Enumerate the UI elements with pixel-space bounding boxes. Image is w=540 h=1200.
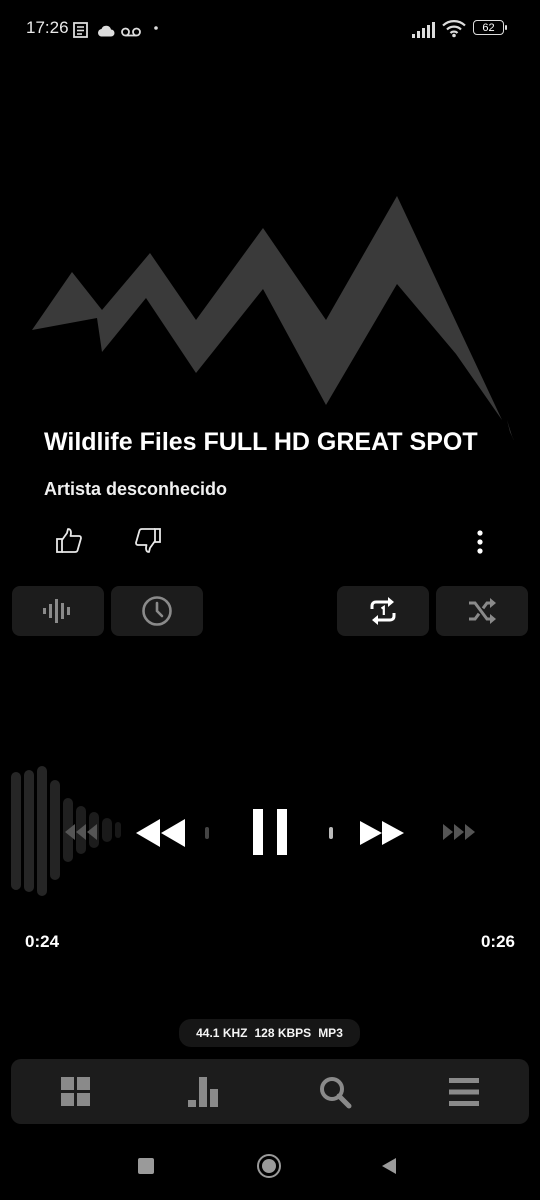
cloud-icon: [98, 25, 115, 37]
seek-marker-left: [205, 827, 209, 839]
repeat-one-icon: [370, 597, 396, 625]
file-format: MP3: [318, 1026, 343, 1040]
shuffle-icon: [469, 598, 496, 624]
pause-button[interactable]: [240, 800, 300, 864]
song-title: Wildlife Files FULL HD GREAT SPOT: [44, 428, 478, 456]
dot-icon: [154, 26, 158, 30]
battery-icon: 62: [473, 20, 504, 35]
rewind-button[interactable]: [130, 810, 190, 856]
triple-forward-icon: [443, 824, 475, 840]
shuffle-button[interactable]: [436, 586, 528, 636]
search-icon: [319, 1076, 352, 1108]
sample-rate: 44.1 KHZ: [196, 1026, 248, 1040]
triple-rewind-icon: [65, 824, 97, 840]
seek-marker-right: [329, 827, 333, 839]
voicemail-icon: [121, 27, 141, 37]
home-icon: [262, 1159, 276, 1173]
fast-forward-button[interactable]: [352, 810, 412, 856]
nav-menu-button[interactable]: [434, 1062, 494, 1122]
song-artist[interactable]: Artista desconhecido: [44, 479, 227, 500]
fast-forward-icon: [360, 821, 404, 845]
system-nav-bar: [0, 1140, 540, 1192]
equalizer-button[interactable]: [12, 586, 104, 636]
elapsed-time: 0:24: [25, 932, 60, 951]
battery-tip: [505, 25, 507, 30]
like-button[interactable]: [47, 519, 91, 563]
menu-icon: [449, 1077, 480, 1106]
waveform-icon: [43, 599, 70, 623]
signal-icon: [412, 22, 435, 38]
nav-search-button[interactable]: [305, 1062, 365, 1122]
recent-apps-button[interactable]: [138, 1158, 154, 1174]
more-vertical-icon: [477, 530, 483, 554]
bottom-nav: [11, 1059, 529, 1124]
album-artwork: [32, 196, 514, 440]
nav-stats-button[interactable]: [175, 1062, 235, 1122]
status-time: 17:26: [26, 18, 69, 37]
battery-level: 62: [482, 21, 495, 34]
clock-icon: [142, 596, 172, 626]
nav-library-button[interactable]: [46, 1062, 106, 1122]
more-options-button[interactable]: [458, 520, 502, 564]
notes-icon: [73, 22, 88, 38]
rewind-icon: [136, 819, 185, 847]
sleep-timer-button[interactable]: [111, 586, 203, 636]
thumbs-up-icon: [56, 528, 82, 553]
status-bar: 17:26 62: [0, 0, 540, 56]
grid-icon: [60, 1076, 90, 1106]
bitrate: 128 KBPS: [254, 1026, 312, 1040]
bar-chart-icon: [188, 1076, 219, 1107]
audio-info-badge: 44.1 KHZ 128 KBPS MP3: [179, 1019, 360, 1047]
total-time: 0:26: [480, 932, 515, 951]
back-button[interactable]: [380, 1157, 398, 1175]
wifi-icon: [442, 20, 466, 38]
home-button[interactable]: [257, 1154, 281, 1178]
repeat-button[interactable]: [337, 586, 429, 636]
thumbs-down-icon: [135, 528, 161, 553]
skip-forward-button[interactable]: [436, 815, 482, 849]
pause-icon: [253, 809, 287, 855]
dislike-button[interactable]: [126, 518, 170, 562]
skip-back-button[interactable]: [58, 815, 104, 849]
